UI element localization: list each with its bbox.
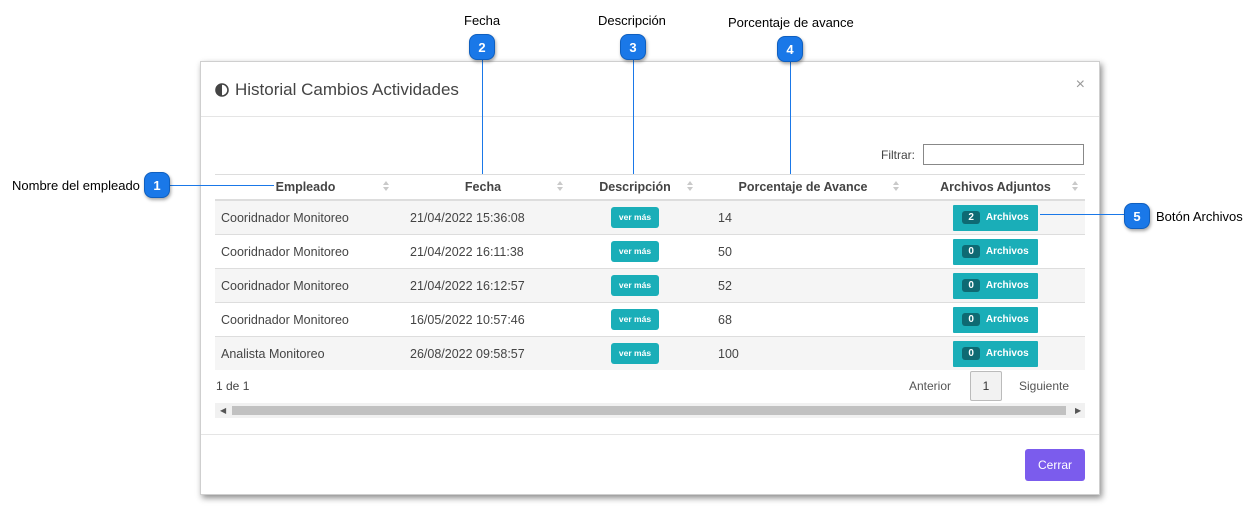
date-cell: 21/04/2022 15:36:08 xyxy=(396,199,570,235)
annotation-badge-4: 4 xyxy=(777,36,803,62)
description-cell: ver más xyxy=(570,336,700,370)
files-button-label: Archivos xyxy=(985,212,1029,223)
page-number-button[interactable]: 1 xyxy=(970,371,1002,401)
progress-cell: 14 xyxy=(700,199,906,235)
table-header-row: Empleado Fecha Descripción Porcentaje de… xyxy=(215,174,1085,201)
progress-cell: 50 xyxy=(700,234,906,269)
files-button[interactable]: 2 Archivos xyxy=(953,204,1038,231)
sort-icon[interactable] xyxy=(687,181,694,192)
files-button-label: Archivos xyxy=(985,348,1029,359)
employee-cell: Cooridnador Monitoreo xyxy=(215,302,396,337)
column-header-progress[interactable]: Porcentaje de Avance xyxy=(700,174,906,201)
sort-icon[interactable] xyxy=(893,181,900,192)
annotation-line-1 xyxy=(170,185,274,186)
close-icon[interactable]: × xyxy=(1076,76,1085,94)
table-row: Cooridnador Monitoreo 16/05/2022 10:57:4… xyxy=(215,302,1085,337)
annotation-label-files-button: Botón Archivos xyxy=(1156,209,1243,224)
view-more-button[interactable]: ver más xyxy=(610,275,660,296)
view-more-button[interactable]: ver más xyxy=(610,241,660,262)
column-header-description[interactable]: Descripción xyxy=(570,174,700,201)
table-row: Cooridnador Monitoreo 21/04/2022 16:11:3… xyxy=(215,234,1085,269)
description-cell: ver más xyxy=(570,302,700,337)
files-count-badge: 0 xyxy=(962,245,980,258)
files-button-label: Archivos xyxy=(985,280,1029,291)
filter-label: Filtrar: xyxy=(881,148,915,162)
files-count-badge: 2 xyxy=(962,211,980,224)
sort-icon[interactable] xyxy=(557,181,564,192)
table-row: Cooridnador Monitoreo 21/04/2022 15:36:0… xyxy=(215,199,1085,235)
date-cell: 21/04/2022 16:11:38 xyxy=(396,234,570,269)
view-more-button[interactable]: ver más xyxy=(610,309,660,330)
filter-input[interactable] xyxy=(923,144,1084,165)
modal-title: Historial Cambios Actividades xyxy=(215,80,459,100)
scroll-left-icon[interactable]: ◀ xyxy=(220,406,226,415)
scroll-right-icon[interactable]: ▶ xyxy=(1075,406,1081,415)
column-header-files[interactable]: Archivos Adjuntos xyxy=(906,174,1085,201)
files-cell: 0 Archivos xyxy=(906,234,1085,269)
employee-cell: Analista Monitoreo xyxy=(215,336,396,370)
adjust-icon xyxy=(215,83,229,97)
table-info: 1 de 1 xyxy=(216,379,250,393)
description-cell: ver más xyxy=(570,234,700,269)
date-cell: 21/04/2022 16:12:57 xyxy=(396,268,570,303)
employee-cell: Cooridnador Monitoreo xyxy=(215,268,396,303)
table-row: Cooridnador Monitoreo 21/04/2022 16:12:5… xyxy=(215,268,1085,303)
date-cell: 26/08/2022 09:58:57 xyxy=(396,336,570,370)
previous-page-link[interactable]: Anterior xyxy=(909,379,951,393)
progress-cell: 100 xyxy=(700,336,906,370)
table-row: Analista Monitoreo 26/08/2022 09:58:57 v… xyxy=(215,336,1085,370)
horizontal-scrollbar[interactable]: ◀ ▶ xyxy=(215,403,1085,418)
annotation-label-date: Fecha xyxy=(464,13,501,28)
files-count-badge: 0 xyxy=(962,347,980,360)
files-button[interactable]: 0 Archivos xyxy=(953,238,1038,265)
sort-icon[interactable] xyxy=(383,181,390,192)
column-header-employee[interactable]: Empleado xyxy=(215,174,396,201)
files-cell: 0 Archivos xyxy=(906,302,1085,337)
files-count-badge: 0 xyxy=(962,279,980,292)
view-more-button[interactable]: ver más xyxy=(610,207,660,228)
modal-title-text: Historial Cambios Actividades xyxy=(235,80,459,99)
annotation-line-3 xyxy=(633,60,634,174)
files-button-label: Archivos xyxy=(985,314,1029,325)
column-header-date[interactable]: Fecha xyxy=(396,174,570,201)
annotation-label-progress: Porcentaje de avance xyxy=(728,15,854,30)
files-button[interactable]: 0 Archivos xyxy=(953,306,1038,333)
scrollbar-thumb[interactable] xyxy=(232,406,1066,415)
description-cell: ver más xyxy=(570,268,700,303)
annotation-badge-3: 3 xyxy=(620,34,646,60)
modal-header: Historial Cambios Actividades × xyxy=(201,62,1099,117)
annotation-label-employee: Nombre del empleado xyxy=(12,178,140,193)
annotation-line-4 xyxy=(790,62,791,174)
close-button[interactable]: Cerrar xyxy=(1025,449,1085,481)
progress-cell: 68 xyxy=(700,302,906,337)
progress-cell: 52 xyxy=(700,268,906,303)
files-button-label: Archivos xyxy=(985,246,1029,257)
description-cell: ver más xyxy=(570,199,700,235)
history-modal: Historial Cambios Actividades × Filtrar:… xyxy=(200,61,1100,495)
annotation-badge-2: 2 xyxy=(469,34,495,60)
files-count-badge: 0 xyxy=(962,313,980,326)
sort-icon[interactable] xyxy=(1072,181,1079,192)
employee-cell: Cooridnador Monitoreo xyxy=(215,234,396,269)
date-cell: 16/05/2022 10:57:46 xyxy=(396,302,570,337)
files-cell: 0 Archivos xyxy=(906,336,1085,370)
history-table: Empleado Fecha Descripción Porcentaje de… xyxy=(215,174,1085,370)
files-button[interactable]: 0 Archivos xyxy=(953,340,1038,367)
annotation-badge-1: 1 xyxy=(144,172,170,198)
employee-cell: Cooridnador Monitoreo xyxy=(215,199,396,235)
files-button[interactable]: 0 Archivos xyxy=(953,272,1038,299)
annotation-line-2 xyxy=(482,60,483,174)
annotation-line-5 xyxy=(1040,214,1124,215)
modal-footer-divider xyxy=(201,434,1099,435)
next-page-link[interactable]: Siguiente xyxy=(1019,379,1069,393)
annotation-badge-5: 5 xyxy=(1124,203,1150,229)
view-more-button[interactable]: ver más xyxy=(610,343,660,364)
files-cell: 2 Archivos xyxy=(906,199,1085,235)
annotation-label-description: Descripción xyxy=(598,13,666,28)
files-cell: 0 Archivos xyxy=(906,268,1085,303)
